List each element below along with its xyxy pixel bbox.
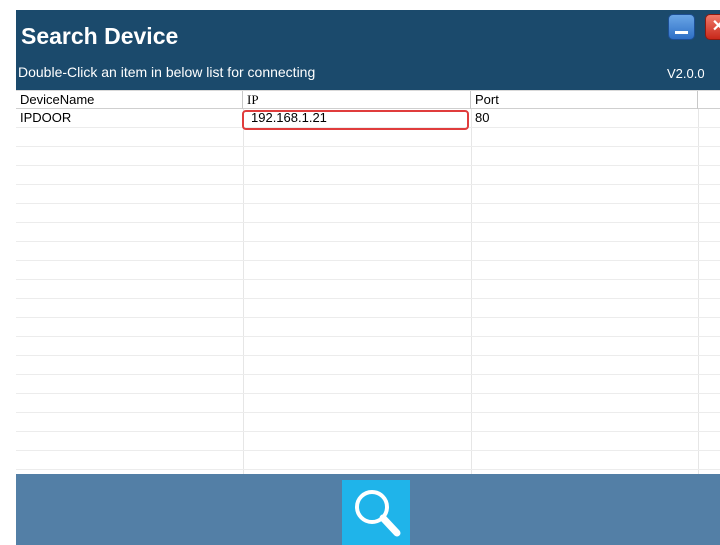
table-row[interactable] xyxy=(16,242,720,261)
cell-port: 80 xyxy=(475,110,490,125)
table-row[interactable] xyxy=(16,147,720,166)
close-button[interactable]: ✕ xyxy=(705,14,720,40)
instruction-text: Double-Click an item in below list for c… xyxy=(18,64,316,80)
table-row[interactable] xyxy=(16,185,720,204)
table-row[interactable] xyxy=(16,261,720,280)
table-row[interactable] xyxy=(16,394,720,413)
table-row[interactable] xyxy=(16,432,720,451)
window-title: Search Device xyxy=(21,23,179,49)
table-row[interactable] xyxy=(16,413,720,432)
magnifier-icon xyxy=(355,490,401,537)
column-header-devicename[interactable]: DeviceName xyxy=(16,91,243,109)
title-bar: Search Device Double-Click an item in be… xyxy=(16,10,720,90)
table-row[interactable] xyxy=(16,318,720,337)
table-row[interactable] xyxy=(16,166,720,185)
ip-highlight-box xyxy=(242,110,469,130)
column-header-port[interactable]: Port xyxy=(471,91,698,109)
minimize-button[interactable] xyxy=(668,14,695,40)
cell-devicename: IPDOOR xyxy=(20,110,72,125)
table-row[interactable] xyxy=(16,223,720,242)
search-device-window: Search Device Double-Click an item in be… xyxy=(16,10,720,545)
table-row[interactable] xyxy=(16,299,720,318)
table-row[interactable] xyxy=(16,280,720,299)
version-label: V2.0.0 xyxy=(667,66,705,81)
list-header: DeviceName IP Port xyxy=(16,90,720,109)
footer-bar xyxy=(16,474,720,545)
table-row[interactable] xyxy=(16,337,720,356)
minimize-icon xyxy=(675,31,688,34)
search-button[interactable] xyxy=(342,480,410,545)
table-row[interactable] xyxy=(16,451,720,470)
table-row[interactable] xyxy=(16,204,720,223)
device-list[interactable]: DeviceName IP Port IPDOOR 192.168.1.21 8… xyxy=(16,90,720,474)
column-header-ip[interactable]: IP xyxy=(243,91,471,109)
table-row[interactable] xyxy=(16,128,720,147)
close-icon: ✕ xyxy=(711,18,720,35)
table-row[interactable] xyxy=(16,375,720,394)
table-row[interactable] xyxy=(16,356,720,375)
